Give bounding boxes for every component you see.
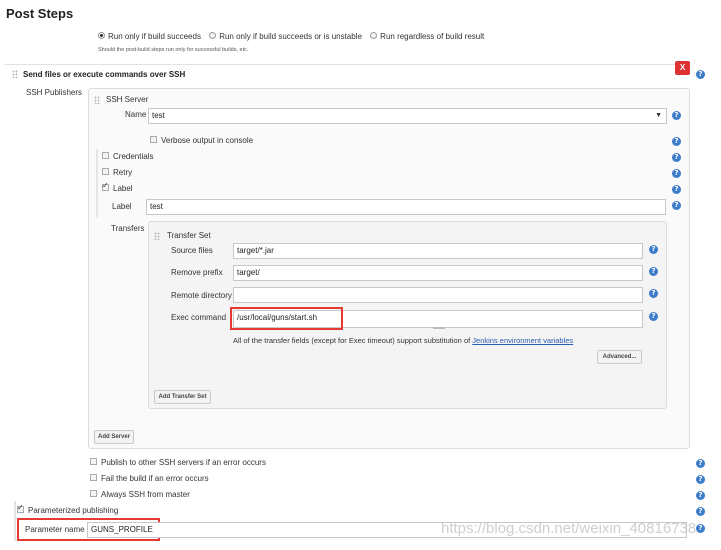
env-vars-link[interactable]: Jenkins environment variables <box>472 336 573 345</box>
credentials-label: Credentials <box>113 152 154 161</box>
substitution-note: All of the transfer fields (except for E… <box>233 336 573 345</box>
drag-handle-icon[interactable] <box>12 70 18 78</box>
param-name-label: Parameter name <box>25 525 85 534</box>
advanced-button[interactable]: Advanced... <box>597 350 642 364</box>
retry-label: Retry <box>113 168 133 177</box>
section-divider <box>4 64 690 65</box>
always-master-checkbox[interactable] <box>90 490 97 498</box>
name-label: Name <box>125 110 147 119</box>
radio-run-unstable[interactable] <box>209 32 217 40</box>
help-icon[interactable]: ? <box>696 70 705 79</box>
help-icon[interactable]: ? <box>649 245 658 254</box>
always-master-label: Always SSH from master <box>101 490 190 499</box>
verbose-option: Verbose output in console <box>150 136 253 145</box>
source-files-label: Source files <box>171 246 213 255</box>
help-icon[interactable]: ? <box>672 169 681 178</box>
ssh-section-title: Send files or execute commands over SSH <box>23 70 186 79</box>
transfers-label: Transfers <box>111 224 145 233</box>
highlight-box <box>230 307 343 330</box>
exec-command-label: Exec command <box>171 313 227 322</box>
watermark: https://blog.csdn.net/weixin_40816738 <box>441 520 697 537</box>
group-bar <box>14 501 16 541</box>
help-icon[interactable]: ? <box>696 459 705 468</box>
parameterized-option: Parameterized publishing <box>17 503 119 515</box>
add-transfer-set-button[interactable]: Add Transfer Set <box>154 390 211 404</box>
help-icon[interactable]: ? <box>672 201 681 210</box>
fail-build-label: Fail the build if an error occurs <box>101 474 209 483</box>
publish-other-checkbox[interactable] <box>90 458 97 466</box>
label-input[interactable]: test <box>146 199 666 215</box>
publish-other-option: Publish to other SSH servers if an error… <box>90 458 266 467</box>
help-icon[interactable]: ? <box>672 137 681 146</box>
fail-build-option: Fail the build if an error occurs <box>90 474 209 483</box>
help-icon[interactable]: ? <box>649 289 658 298</box>
delete-step-button[interactable]: X <box>675 61 690 75</box>
help-icon[interactable]: ? <box>672 185 681 194</box>
drag-handle-icon[interactable] <box>94 96 100 104</box>
parameterized-label: Parameterized publishing <box>28 506 119 515</box>
label-checkbox[interactable] <box>102 181 109 192</box>
group-bar <box>96 149 98 217</box>
remove-prefix-label: Remove prefix <box>171 268 223 277</box>
publish-other-label: Publish to other SSH servers if an error… <box>101 458 266 467</box>
credentials-checkbox[interactable] <box>102 152 109 160</box>
server-name-select[interactable]: test ▼ <box>148 108 667 124</box>
run-options-hint: Should the post-build steps run only for… <box>98 47 249 53</box>
label-field-label: Label <box>112 202 132 211</box>
always-master-option: Always SSH from master <box>90 490 190 499</box>
fail-build-checkbox[interactable] <box>90 474 97 482</box>
run-options: Run only if build succeeds Run only if b… <box>98 32 490 41</box>
substitution-note-text: All of the transfer fields (except for E… <box>233 336 471 345</box>
add-server-button[interactable]: Add Server <box>94 430 134 444</box>
radio-run-unstable-label: Run only if build succeeds or is unstabl… <box>219 32 362 41</box>
radio-run-always-label: Run regardless of build result <box>380 32 485 41</box>
retry-option: Retry <box>102 168 132 177</box>
radio-run-success[interactable] <box>98 32 105 40</box>
drag-handle-icon[interactable] <box>154 232 160 240</box>
verbose-checkbox[interactable] <box>150 136 157 144</box>
credentials-option: Credentials <box>102 152 153 161</box>
parameterized-checkbox[interactable] <box>17 503 24 514</box>
radio-run-success-label: Run only if build succeeds <box>108 32 201 41</box>
verbose-label: Verbose output in console <box>161 136 254 145</box>
help-icon[interactable]: ? <box>696 507 705 516</box>
help-icon[interactable]: ? <box>696 491 705 500</box>
dropdown-arrow-icon: ▼ <box>655 112 662 119</box>
ssh-publishers-label: SSH Publishers <box>26 88 83 97</box>
retry-checkbox[interactable] <box>102 168 109 176</box>
resize-handle[interactable] <box>433 327 445 329</box>
label-option: Label <box>102 181 133 193</box>
remote-directory-label: Remote directory <box>171 291 232 300</box>
help-icon[interactable]: ? <box>696 475 705 484</box>
help-icon[interactable]: ? <box>649 312 658 321</box>
help-icon[interactable]: ? <box>672 153 681 162</box>
help-icon[interactable]: ? <box>649 267 658 276</box>
page-title: Post Steps <box>6 6 74 21</box>
source-files-input[interactable]: target/*.jar <box>233 243 643 259</box>
ssh-server-title: SSH Server <box>106 95 149 104</box>
remove-prefix-input[interactable]: target/ <box>233 265 643 281</box>
transfer-set-title: Transfer Set <box>167 231 211 240</box>
server-name-value: test <box>152 111 165 120</box>
help-icon[interactable]: ? <box>672 111 681 120</box>
help-icon[interactable]: ? <box>696 524 705 533</box>
remote-directory-input[interactable] <box>233 287 643 303</box>
label-check-label: Label <box>113 184 133 193</box>
radio-run-always[interactable] <box>370 32 378 40</box>
